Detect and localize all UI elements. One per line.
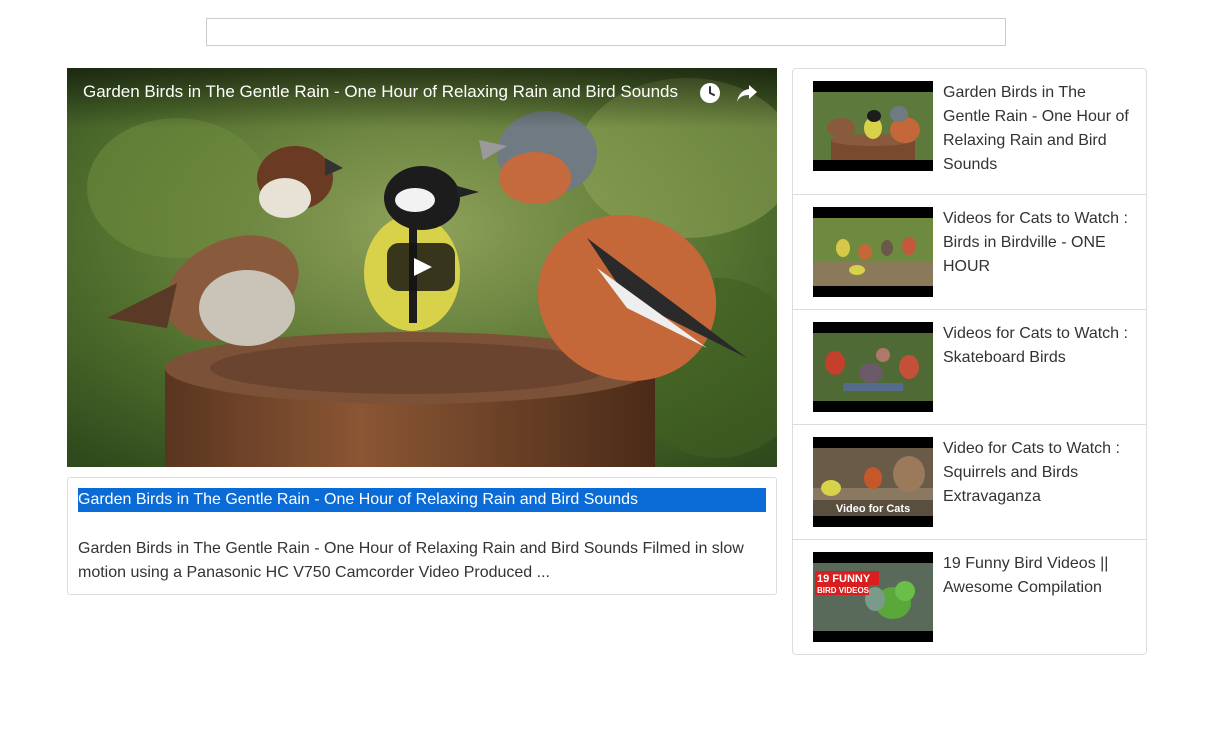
share-arrow-icon[interactable] — [735, 82, 759, 104]
thumbnail-image — [813, 92, 933, 160]
thumbnail-caption: 19 FUNNY — [817, 573, 871, 585]
thumbnail-caption: Video for Cats — [836, 503, 910, 515]
player-title[interactable]: Garden Birds in The Gentle Rain - One Ho… — [83, 82, 678, 102]
thumbnail-image: Video for Cats — [813, 448, 933, 516]
related-item[interactable]: Videos for Cats to Watch : Birds in Bird… — [793, 195, 1146, 310]
related-item-title[interactable]: Video for Cats to Watch : Squirrels and … — [943, 437, 1131, 509]
search-input[interactable] — [207, 19, 1005, 45]
play-button[interactable] — [387, 243, 455, 291]
search-bar[interactable] — [206, 18, 1006, 46]
video-thumbnail[interactable] — [813, 81, 933, 171]
video-thumbnail[interactable] — [813, 322, 933, 412]
related-item[interactable]: Garden Birds in The Gentle Rain - One Ho… — [793, 69, 1146, 195]
related-item-title[interactable]: Garden Birds in The Gentle Rain - One Ho… — [943, 81, 1131, 177]
related-item-title[interactable]: 19 Funny Bird Videos || Awesome Compilat… — [943, 552, 1131, 600]
video-description-card: Garden Birds in The Gentle Rain - One Ho… — [67, 477, 777, 595]
video-thumbnail[interactable]: Video for Cats — [813, 437, 933, 527]
thumbnail-image: 19 FUNNY BIRD VIDEOS — [813, 563, 933, 631]
play-icon — [414, 258, 432, 276]
thumbnail-image — [813, 333, 933, 401]
clock-icon[interactable] — [699, 82, 721, 104]
video-description: Garden Birds in The Gentle Rain - One Ho… — [78, 540, 744, 581]
video-thumbnail[interactable]: 19 FUNNY BIRD VIDEOS — [813, 552, 933, 642]
video-player[interactable]: Garden Birds in The Gentle Rain - One Ho… — [67, 68, 777, 467]
related-item-title[interactable]: Videos for Cats to Watch : Birds in Bird… — [943, 207, 1131, 279]
thumbnail-image — [813, 218, 933, 286]
video-thumbnail[interactable] — [813, 207, 933, 297]
related-item[interactable]: Videos for Cats to Watch : Skateboard Bi… — [793, 310, 1146, 425]
related-item-title[interactable]: Videos for Cats to Watch : Skateboard Bi… — [943, 322, 1131, 370]
related-item[interactable]: 19 FUNNY BIRD VIDEOS 19 Funny Bird Video… — [793, 540, 1146, 655]
thumbnail-subcaption: BIRD VIDEOS — [817, 586, 870, 595]
video-title-selected[interactable]: Garden Birds in The Gentle Rain - One Ho… — [78, 488, 766, 512]
related-item[interactable]: Video for Cats Video for Cats to Watch :… — [793, 425, 1146, 540]
related-videos-list: Garden Birds in The Gentle Rain - One Ho… — [792, 68, 1147, 655]
